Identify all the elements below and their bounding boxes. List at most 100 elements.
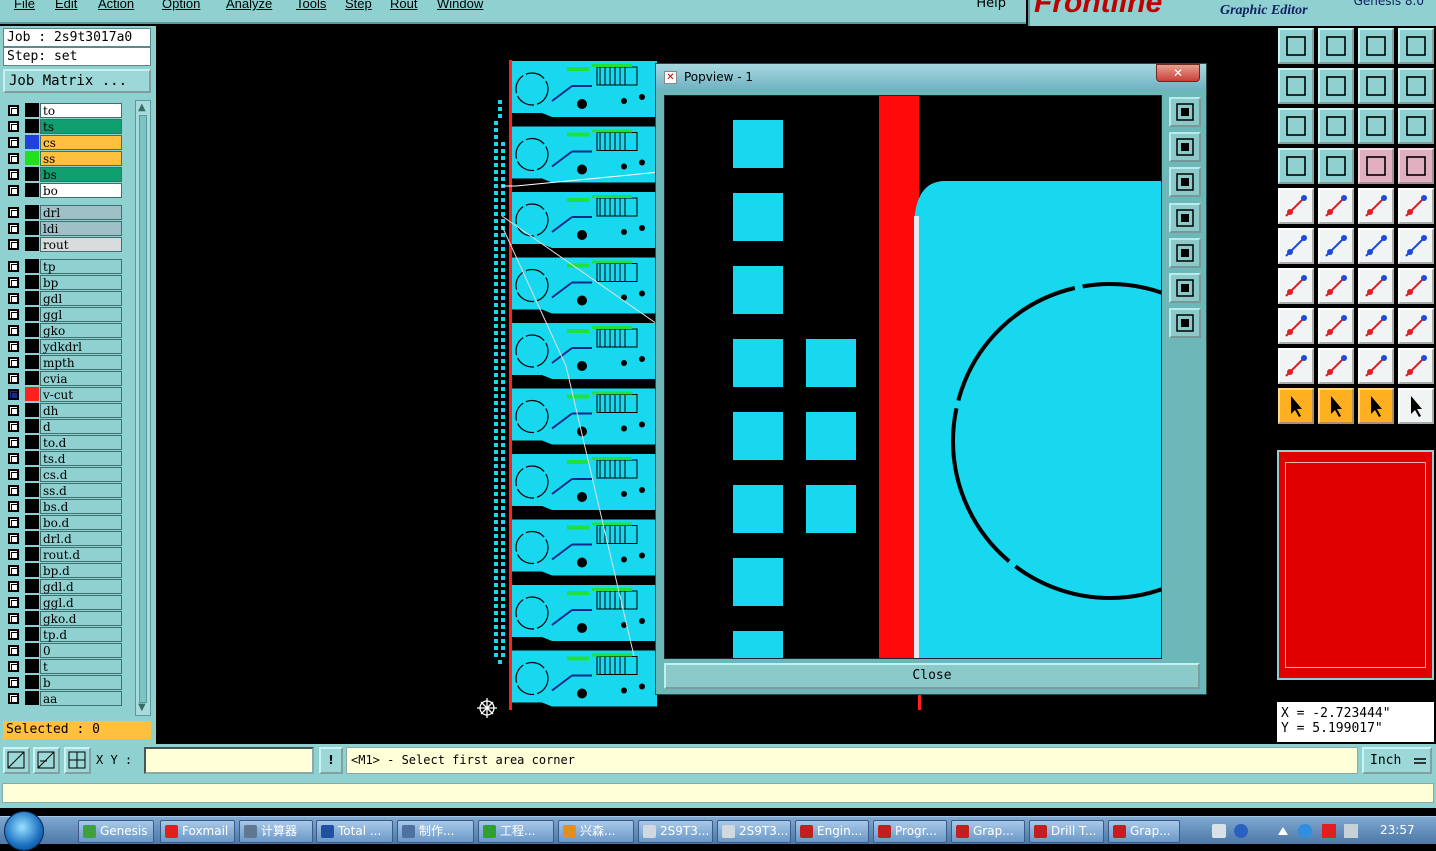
layer-row-cs.d[interactable]: cs.d — [3, 466, 125, 482]
layer-color-swatch[interactable] — [25, 339, 39, 353]
layer-color-swatch[interactable] — [25, 151, 39, 165]
layer-color-swatch[interactable] — [25, 275, 39, 289]
select-area-icon[interactable] — [1318, 188, 1354, 224]
layer-color-swatch[interactable] — [25, 483, 39, 497]
taskbar-item[interactable]: Grap... — [1108, 820, 1180, 843]
layer-color-swatch[interactable] — [25, 499, 39, 513]
layer-color-swatch[interactable] — [25, 563, 39, 577]
layer-checkbox[interactable] — [8, 549, 19, 560]
layer-color-swatch[interactable] — [25, 547, 39, 561]
layer-name[interactable]: ts.d — [40, 451, 122, 466]
layer-checkbox[interactable] — [8, 277, 19, 288]
layer-color-swatch[interactable] — [25, 291, 39, 305]
layer-checkbox[interactable] — [8, 121, 19, 132]
layer-row-mpth[interactable]: mpth — [3, 354, 125, 370]
layer-color-swatch[interactable] — [25, 307, 39, 321]
close-icon[interactable]: ✕ — [1156, 64, 1200, 82]
layer-name[interactable]: b — [40, 675, 122, 690]
layer-row-gko[interactable]: gko — [3, 322, 125, 338]
layer-color-swatch[interactable] — [25, 119, 39, 133]
layer-name[interactable]: ydkdrl — [40, 339, 122, 354]
layer-name[interactable]: drl.d — [40, 531, 122, 546]
layer-name[interactable]: cvia — [40, 371, 122, 386]
layer-checkbox[interactable] — [8, 469, 19, 480]
cross-icon[interactable] — [1318, 228, 1354, 264]
layer-checkbox[interactable] — [8, 239, 19, 250]
ruler-icon[interactable] — [1358, 188, 1394, 224]
layer-row-ts.d[interactable]: ts.d — [3, 450, 125, 466]
layer-name[interactable]: drl — [40, 205, 122, 220]
menu-help[interactable]: Help — [976, 0, 1006, 11]
route-icon[interactable] — [1398, 388, 1434, 424]
layer-color-swatch[interactable] — [25, 691, 39, 705]
layer-checkbox[interactable] — [8, 693, 19, 704]
taskbar-item[interactable]: Grap... — [951, 820, 1025, 843]
layer-color-swatch[interactable] — [25, 183, 39, 197]
zoom-center-icon[interactable] — [1318, 108, 1354, 144]
layer-color-swatch[interactable] — [25, 659, 39, 673]
layer-checkbox[interactable] — [8, 153, 19, 164]
layer-name[interactable]: rout.d — [40, 547, 122, 562]
measure-pad-icon[interactable] — [1398, 228, 1434, 264]
snap-pad-icon[interactable] — [1278, 308, 1314, 344]
layer-name[interactable]: gko — [40, 323, 122, 338]
layer-color-swatch[interactable] — [25, 579, 39, 593]
arc-icon[interactable] — [1358, 268, 1394, 304]
job-matrix-button[interactable]: Job Matrix ... — [3, 69, 151, 93]
layer-color-swatch[interactable] — [25, 221, 39, 235]
layer-row-rout[interactable]: rout — [3, 236, 125, 252]
layer-row-bs[interactable]: bs — [3, 166, 125, 182]
measure-pt-icon[interactable] — [1358, 228, 1394, 264]
layer-row-b[interactable]: b — [3, 674, 125, 690]
layer-name[interactable]: ss — [40, 151, 122, 166]
cursor-box-icon[interactable] — [1318, 388, 1354, 424]
layer-checkbox[interactable] — [8, 597, 19, 608]
layer-checkbox[interactable] — [8, 629, 19, 640]
layer-checkbox[interactable] — [8, 169, 19, 180]
line-icon[interactable] — [1318, 268, 1354, 304]
zoom-window-icon[interactable] — [1169, 97, 1201, 127]
taskbar-item[interactable]: Progr... — [873, 820, 947, 843]
layer-name[interactable]: d — [40, 419, 122, 434]
layer-name[interactable]: bo — [40, 183, 122, 198]
layer-name[interactable]: bo.d — [40, 515, 122, 530]
layer-checkbox[interactable] — [8, 581, 19, 592]
tray-expand-icon[interactable] — [1278, 827, 1288, 835]
layer-checkbox[interactable] — [8, 293, 19, 304]
exclaim-button[interactable]: ! — [319, 747, 343, 774]
layer-name[interactable]: ggl.d — [40, 595, 122, 610]
layer-name[interactable]: rout — [40, 237, 122, 252]
layer-name[interactable]: tp — [40, 259, 122, 274]
keyboard-icon[interactable] — [1212, 824, 1226, 838]
layer-name[interactable]: to — [40, 103, 122, 118]
taskbar-item[interactable]: Engin... — [795, 820, 869, 843]
layer-checkbox[interactable] — [8, 677, 19, 688]
layer-checkbox[interactable] — [8, 421, 19, 432]
layer-name[interactable]: mpth — [40, 355, 122, 370]
triangle-a-icon[interactable] — [1358, 348, 1394, 384]
layer-color-swatch[interactable] — [25, 675, 39, 689]
taskbar-item[interactable]: Drill T... — [1029, 820, 1104, 843]
layer-row-bp.d[interactable]: bp.d — [3, 562, 125, 578]
layer-color-swatch[interactable] — [25, 611, 39, 625]
menu-option[interactable]: Option — [162, 0, 200, 11]
pan-left-icon[interactable] — [1278, 68, 1314, 104]
layer-name[interactable]: bp.d — [40, 563, 122, 578]
network-icon[interactable] — [1344, 824, 1358, 838]
layer-name[interactable]: tp.d — [40, 627, 122, 642]
layer-row-bp[interactable]: bp — [3, 274, 125, 290]
layer-color-swatch[interactable] — [25, 515, 39, 529]
layer-row-tp[interactable]: tp — [3, 258, 125, 274]
menu-action[interactable]: Action — [98, 0, 134, 11]
taskbar-item[interactable]: 工程... — [478, 820, 554, 843]
layer-color-swatch[interactable] — [25, 135, 39, 149]
scroll-up-icon[interactable]: ▲ — [138, 103, 146, 113]
layer-row-rout.d[interactable]: rout.d — [3, 546, 125, 562]
layer-checkbox[interactable] — [8, 223, 19, 234]
drill-icon[interactable] — [1358, 148, 1394, 184]
cursor-icon[interactable] — [1278, 388, 1314, 424]
menu-step[interactable]: Step — [345, 0, 372, 11]
menu-file[interactable]: File — [14, 0, 35, 11]
layer-checkbox[interactable] — [8, 389, 19, 400]
feature-icon[interactable] — [1318, 148, 1354, 184]
